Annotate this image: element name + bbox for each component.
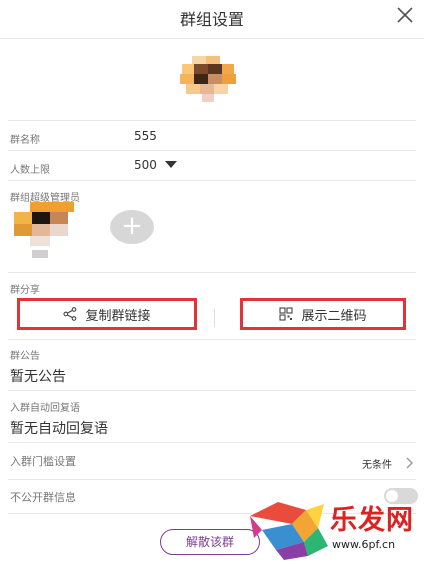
share-icon: [63, 307, 77, 321]
divider: [8, 120, 416, 121]
share-separator: [214, 309, 215, 327]
admin-avatar-image: [14, 202, 74, 258]
show-qr-button[interactable]: 展示二维码: [240, 298, 406, 330]
dissolve-group-button[interactable]: 解散该群: [160, 529, 260, 555]
share-label: 群分享: [10, 285, 40, 296]
member-limit-select[interactable]: 500: [134, 158, 177, 172]
admin-avatar[interactable]: [14, 202, 84, 262]
announcement-label: 群公告: [10, 351, 40, 362]
page-title: 群组设置: [179, 10, 244, 29]
group-name-value[interactable]: 555: [134, 129, 157, 143]
entry-threshold-label: 入群门槛设置: [10, 455, 76, 468]
watermark: 乐发网 www.6pf.cn: [248, 494, 424, 564]
copy-link-label: 复制群链接: [85, 308, 151, 324]
qr-code-icon: [279, 307, 294, 321]
private-info-label: 不公开群信息: [10, 491, 76, 504]
watermark-url: www.6pf.cn: [332, 538, 396, 551]
divider: [8, 150, 416, 151]
close-icon: [397, 7, 413, 23]
divider: [8, 272, 416, 273]
group-avatar-image: [180, 56, 236, 102]
add-admin-button[interactable]: +: [110, 210, 154, 244]
plus-icon: +: [121, 211, 143, 241]
caret-down-icon: [164, 161, 177, 168]
divider: [8, 339, 416, 340]
header-divider: [0, 38, 424, 39]
group-avatar[interactable]: [176, 56, 244, 102]
copy-link-button[interactable]: 复制群链接: [17, 298, 197, 330]
show-qr-label: 展示二维码: [301, 308, 367, 324]
divider: [8, 479, 416, 480]
close-button[interactable]: [394, 4, 416, 26]
divider: [8, 390, 416, 391]
entry-threshold-value: 无条件: [362, 460, 392, 471]
divider: [8, 180, 416, 181]
member-limit-value: 500: [134, 158, 157, 172]
group-name-label: 群名称: [10, 135, 40, 146]
member-limit-label: 人数上限: [10, 165, 50, 176]
auto-reply-label: 入群自动回复语: [10, 403, 80, 414]
watermark-brand: 乐发网: [330, 505, 414, 536]
entry-threshold-row[interactable]: 入群门槛设置 无条件: [0, 443, 424, 479]
auto-reply-value[interactable]: 暂无自动回复语: [10, 418, 108, 438]
chevron-right-icon: [406, 457, 413, 469]
announcement-value[interactable]: 暂无公告: [10, 366, 66, 386]
